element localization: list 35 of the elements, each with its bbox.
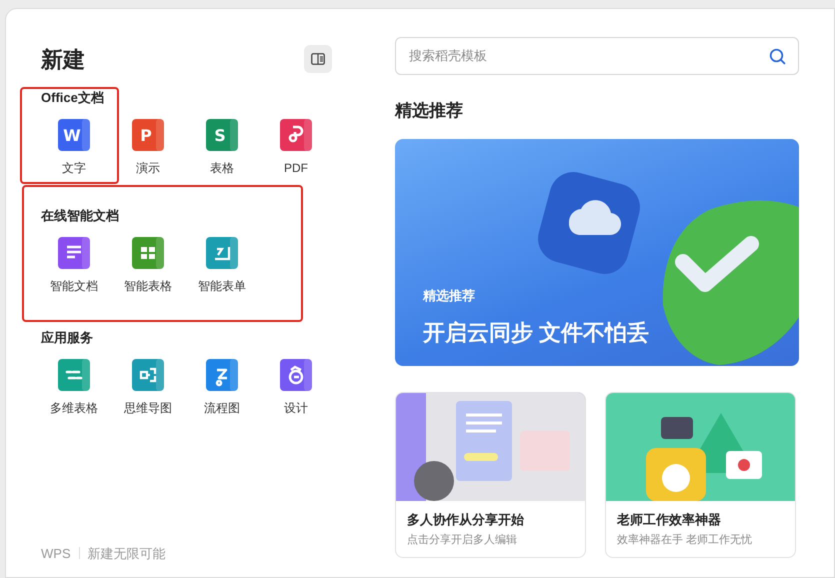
app-icon: W (58, 119, 90, 151)
app-icon: P (132, 119, 164, 151)
section-heading: 在线智能文档 (41, 207, 120, 225)
panel-icon (311, 53, 325, 65)
new-document-option[interactable]: P 演示 (111, 119, 185, 177)
card-subtitle: 效率神器在手 老师工作无忧 (617, 532, 754, 548)
new-document-option[interactable]: W 文字 (37, 119, 111, 177)
search-input[interactable]: 搜索稻壳模板 (409, 46, 769, 66)
panel-toggle-button[interactable] (304, 45, 332, 73)
new-document-option[interactable]: 智能文档 (37, 237, 111, 295)
card-title: 老师工作效率神器 (617, 511, 722, 529)
new-document-option[interactable]: PDF (259, 119, 333, 177)
section-heading: Office文档 (41, 89, 105, 107)
new-document-option[interactable]: 智能表格 (111, 237, 185, 295)
app-icon: S (206, 119, 238, 151)
template-card[interactable]: 老师工作效率神器 效率神器在手 老师工作无忧 (605, 392, 796, 558)
new-document-option[interactable]: 设计 (259, 359, 333, 417)
brand-text: WPS (41, 544, 71, 562)
banner-title: 开启云同步 文件不怕丢 (423, 318, 650, 346)
template-card[interactable]: 多人协作从分享开始 点击分享开启多人编辑 (395, 392, 586, 558)
new-document-option[interactable]: 多维表格 (37, 359, 111, 417)
section-heading: 应用服务 (41, 329, 94, 347)
search-field[interactable]: 搜索稻壳模板 (395, 37, 799, 75)
card-subtitle: 点击分享开启多人编辑 (407, 532, 518, 548)
section-heading: 精选推荐 (395, 100, 464, 122)
banner-tag: 精选推荐 (423, 286, 650, 306)
slogan-text: 新建无限可能 (88, 544, 166, 562)
search-icon (769, 48, 786, 64)
new-document-option[interactable]: 智能表单 (185, 237, 259, 295)
new-document-option[interactable]: 流程图 (185, 359, 259, 417)
new-document-option[interactable]: S 表格 (185, 119, 259, 177)
new-document-option[interactable]: 思维导图 (111, 359, 185, 417)
page-title: 新建 (41, 46, 85, 74)
card-title: 多人协作从分享开始 (407, 511, 525, 529)
promo-banner[interactable]: 精选推荐 开启云同步 文件不怕丢 (395, 139, 799, 366)
